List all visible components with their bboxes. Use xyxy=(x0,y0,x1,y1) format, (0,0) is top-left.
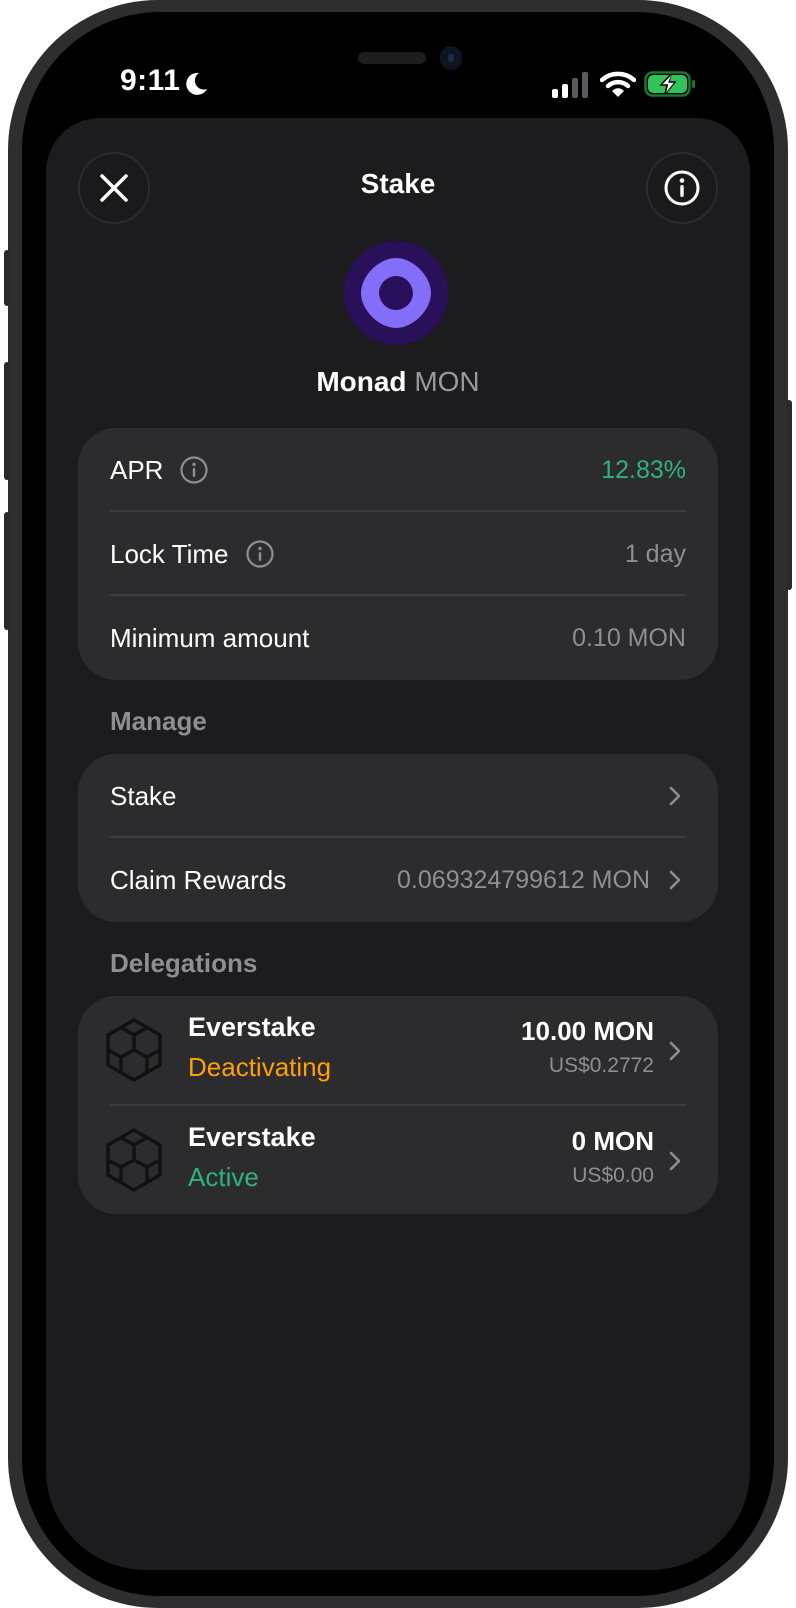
lock-time-label: Lock Time xyxy=(110,538,229,569)
stake-label: Stake xyxy=(110,780,177,811)
delegations-card: Everstake Deactivating 10.00 MON US$0.27… xyxy=(78,996,718,1214)
minimum-amount-value: 0.10 MON xyxy=(572,623,686,652)
minimum-amount-label: Minimum amount xyxy=(110,622,310,653)
claim-rewards-value: 0.069324799612 MON xyxy=(397,865,650,894)
delegation-item[interactable]: Everstake Deactivating 10.00 MON US$0.27… xyxy=(100,996,686,1106)
page-title: Stake xyxy=(360,168,436,199)
delegation-status: Active xyxy=(188,1162,259,1192)
mute-switch xyxy=(4,250,10,306)
info-icon xyxy=(664,170,700,206)
delegations-heading: Delegations xyxy=(110,948,258,978)
stake-sheet: Stake Monad MON APR 12.83% Lock Time 1 d… xyxy=(46,118,750,1570)
coin-name: Monad MON xyxy=(46,366,750,398)
everstake-logo-icon xyxy=(106,1018,162,1082)
chevron-right-icon xyxy=(669,1151,681,1171)
lock-time-row: Lock Time 1 day xyxy=(110,512,686,596)
validator-name: Everstake xyxy=(188,1012,316,1042)
minimum-amount-row: Minimum amount 0.10 MON xyxy=(110,596,686,680)
everstake-logo-icon xyxy=(106,1128,162,1192)
manage-card: Stake Claim Rewards 0.069324799612 MON xyxy=(78,754,718,922)
staking-info-card: APR 12.83% Lock Time 1 day Minimum amoun… xyxy=(78,428,718,680)
stake-row[interactable]: Stake xyxy=(110,754,686,838)
status-time: 9:11 xyxy=(120,64,181,97)
delegation-status: Deactivating xyxy=(188,1052,332,1082)
apr-info-icon[interactable] xyxy=(179,455,209,485)
volume-up-button xyxy=(4,362,10,480)
manage-heading: Manage xyxy=(110,706,207,736)
moon-icon xyxy=(186,72,207,95)
apr-label: APR xyxy=(110,454,164,485)
apr-row: APR 12.83% xyxy=(110,428,686,512)
chevron-right-icon xyxy=(669,870,681,890)
delegation-amount: 10.00 MON xyxy=(521,1016,654,1046)
coin-name-text: Monad xyxy=(316,366,407,397)
chevron-right-icon xyxy=(669,1041,681,1061)
claim-rewards-row[interactable]: Claim Rewards 0.069324799612 MON xyxy=(110,838,686,922)
volume-down-button xyxy=(4,512,10,630)
chevron-right-icon xyxy=(669,786,681,806)
claim-rewards-label: Claim Rewards xyxy=(110,864,287,895)
delegation-item[interactable]: Everstake Active 0 MON US$0.00 xyxy=(100,1106,686,1216)
battery-charging-icon xyxy=(644,71,695,97)
validator-name: Everstake xyxy=(188,1122,316,1152)
status-bar: 9:11 xyxy=(0,62,796,102)
cellular-signal-icon xyxy=(552,72,588,98)
power-button xyxy=(786,400,792,590)
info-button[interactable] xyxy=(646,152,718,224)
lock-time-info-icon[interactable] xyxy=(245,539,275,569)
delegation-fiat-value: US$0.00 xyxy=(572,1164,654,1187)
delegation-amount: 0 MON xyxy=(571,1126,654,1156)
delegation-fiat-value: US$0.2772 xyxy=(548,1054,654,1077)
coin-symbol: MON xyxy=(414,366,480,397)
monad-logo-icon xyxy=(344,241,448,345)
wifi-icon xyxy=(600,71,636,97)
apr-value: 12.83% xyxy=(601,455,686,484)
lock-time-value: 1 day xyxy=(624,539,686,568)
